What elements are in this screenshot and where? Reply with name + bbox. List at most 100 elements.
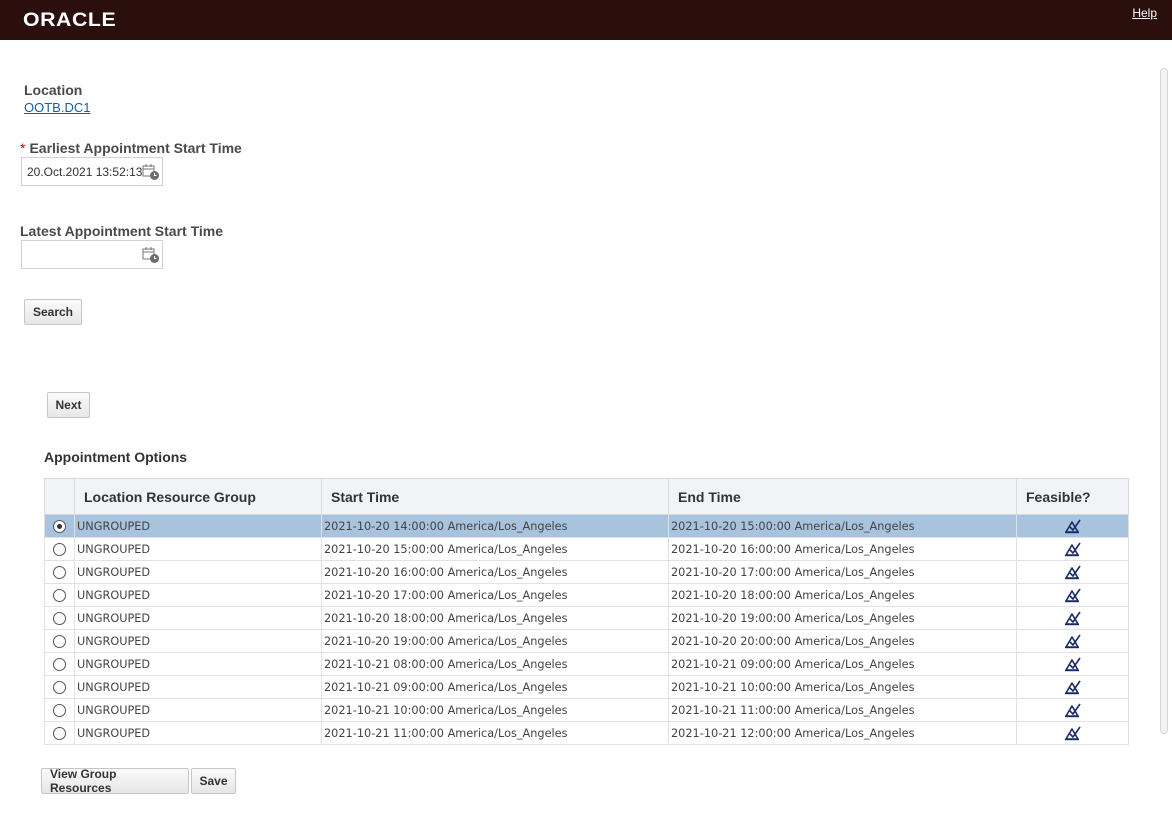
column-header-end-time[interactable]: End Time xyxy=(668,478,1017,515)
row-radio-button[interactable] xyxy=(53,565,66,579)
resource-group-cell: UNGROUPED xyxy=(74,537,322,561)
appointment-options-title: Appointment Options xyxy=(44,449,188,465)
latest-start-label: Latest Appointment Start Time xyxy=(20,223,224,239)
table-header-row: Location Resource Group Start Time End T… xyxy=(44,478,1129,515)
table-row[interactable]: UNGROUPED 2021-10-20 19:00:00 America/Los… xyxy=(44,629,1129,653)
feasible-cell xyxy=(1016,537,1129,561)
resource-group-cell: UNGROUPED xyxy=(74,606,322,630)
row-select-cell[interactable] xyxy=(44,698,75,722)
row-select-cell[interactable] xyxy=(44,583,75,607)
start-time-cell: 2021-10-20 14:00:00 America/Los_Angeles xyxy=(321,514,669,538)
end-time-cell: 2021-10-20 17:00:00 America/Los_Angeles xyxy=(668,560,1017,584)
resource-group-cell: UNGROUPED xyxy=(74,514,322,538)
feasible-check-icon[interactable] xyxy=(1064,633,1082,649)
start-time-cell: 2021-10-20 19:00:00 America/Los_Angeles xyxy=(321,629,669,653)
feasible-check-icon[interactable] xyxy=(1064,587,1082,603)
feasible-cell xyxy=(1016,583,1129,607)
latest-start-input[interactable] xyxy=(21,240,163,269)
column-header-start-time[interactable]: Start Time xyxy=(321,478,669,515)
resource-group-cell: UNGROUPED xyxy=(74,629,322,653)
feasible-check-icon[interactable] xyxy=(1064,564,1082,580)
next-button[interactable]: Next xyxy=(47,392,90,418)
row-radio-button[interactable] xyxy=(53,703,66,717)
row-radio-button[interactable] xyxy=(53,611,66,625)
start-time-cell: 2021-10-21 08:00:00 America/Los_Angeles xyxy=(321,652,669,676)
table-row[interactable]: UNGROUPED 2021-10-21 09:00:00 America/Los… xyxy=(44,675,1129,699)
oracle-logo: ORACLE xyxy=(23,10,117,31)
row-radio-button[interactable] xyxy=(53,634,66,648)
resource-group-cell: UNGROUPED xyxy=(74,721,322,745)
end-time-cell: 2021-10-21 12:00:00 America/Los_Angeles xyxy=(668,721,1017,745)
resource-group-cell: UNGROUPED xyxy=(74,698,322,722)
row-select-cell[interactable] xyxy=(44,606,75,630)
row-radio-button[interactable] xyxy=(53,657,66,671)
table-row[interactable]: UNGROUPED 2021-10-21 10:00:00 America/Los… xyxy=(44,698,1129,722)
row-select-cell[interactable] xyxy=(44,560,75,584)
row-select-cell[interactable] xyxy=(44,652,75,676)
feasible-cell xyxy=(1016,652,1129,676)
calendar-clock-icon[interactable] xyxy=(142,163,160,181)
row-radio-button[interactable] xyxy=(53,519,66,533)
earliest-start-label: * Earliest Appointment Start Time xyxy=(20,140,242,156)
start-time-cell: 2021-10-20 15:00:00 America/Los_Angeles xyxy=(321,537,669,561)
row-select-cell[interactable] xyxy=(44,629,75,653)
table-row[interactable]: UNGROUPED 2021-10-21 08:00:00 America/Los… xyxy=(44,652,1129,676)
row-radio-button[interactable] xyxy=(53,588,66,602)
table-row[interactable]: UNGROUPED 2021-10-20 14:00:00 America/Los… xyxy=(44,514,1129,538)
feasible-check-icon[interactable] xyxy=(1064,610,1082,626)
table-row[interactable]: UNGROUPED 2021-10-20 17:00:00 America/Los… xyxy=(44,583,1129,607)
resource-group-cell: UNGROUPED xyxy=(74,583,322,607)
feasible-check-icon[interactable] xyxy=(1064,679,1082,695)
end-time-cell: 2021-10-20 15:00:00 America/Los_Angeles xyxy=(668,514,1017,538)
help-link[interactable]: Help xyxy=(1132,6,1157,20)
search-button[interactable]: Search xyxy=(24,299,82,325)
end-time-cell: 2021-10-21 10:00:00 America/Los_Angeles xyxy=(668,675,1017,699)
feasible-check-icon[interactable] xyxy=(1064,541,1082,557)
row-radio-button[interactable] xyxy=(53,680,66,694)
column-header-feasible[interactable]: Feasible? xyxy=(1016,478,1129,515)
feasible-check-icon[interactable] xyxy=(1064,702,1082,718)
feasible-check-icon[interactable] xyxy=(1064,518,1082,534)
top-bar: ORACLE Help xyxy=(0,0,1172,40)
table-row[interactable]: UNGROUPED 2021-10-20 15:00:00 America/Los… xyxy=(44,537,1129,561)
earliest-start-label-text: Earliest Appointment Start Time xyxy=(29,140,242,156)
earliest-start-value: 20.Oct.2021 13:52:13 xyxy=(27,165,143,179)
end-time-cell: 2021-10-20 18:00:00 America/Los_Angeles xyxy=(668,583,1017,607)
feasible-cell xyxy=(1016,675,1129,699)
table-row[interactable]: UNGROUPED 2021-10-21 11:00:00 America/Los… xyxy=(44,721,1129,745)
required-indicator: * xyxy=(20,140,26,156)
start-time-cell: 2021-10-20 17:00:00 America/Los_Angeles xyxy=(321,583,669,607)
end-time-cell: 2021-10-21 09:00:00 America/Los_Angeles xyxy=(668,652,1017,676)
earliest-start-input[interactable]: 20.Oct.2021 13:52:13 xyxy=(21,157,163,186)
table-row[interactable]: UNGROUPED 2021-10-20 16:00:00 America/Los… xyxy=(44,560,1129,584)
resource-group-cell: UNGROUPED xyxy=(74,560,322,584)
feasible-cell xyxy=(1016,560,1129,584)
feasible-check-icon[interactable] xyxy=(1064,725,1082,741)
row-radio-button[interactable] xyxy=(53,726,66,740)
calendar-clock-icon[interactable] xyxy=(142,246,160,264)
end-time-cell: 2021-10-20 16:00:00 America/Los_Angeles xyxy=(668,537,1017,561)
row-select-cell[interactable] xyxy=(44,537,75,561)
select-column-header xyxy=(44,478,75,515)
location-label: Location xyxy=(24,82,83,98)
appointment-options-table: Location Resource Group Start Time End T… xyxy=(44,478,1129,745)
feasible-cell xyxy=(1016,629,1129,653)
column-header-resource-group[interactable]: Location Resource Group xyxy=(74,478,322,515)
end-time-cell: 2021-10-21 11:00:00 America/Los_Angeles xyxy=(668,698,1017,722)
feasible-cell xyxy=(1016,721,1129,745)
row-radio-button[interactable] xyxy=(53,542,66,556)
save-button[interactable]: Save xyxy=(191,768,236,794)
row-select-cell[interactable] xyxy=(44,514,75,538)
start-time-cell: 2021-10-20 18:00:00 America/Los_Angeles xyxy=(321,606,669,630)
vertical-scrollbar[interactable] xyxy=(1160,68,1168,734)
end-time-cell: 2021-10-20 20:00:00 America/Los_Angeles xyxy=(668,629,1017,653)
start-time-cell: 2021-10-21 11:00:00 America/Los_Angeles xyxy=(321,721,669,745)
table-row[interactable]: UNGROUPED 2021-10-20 18:00:00 America/Los… xyxy=(44,606,1129,630)
row-select-cell[interactable] xyxy=(44,675,75,699)
row-select-cell[interactable] xyxy=(44,721,75,745)
view-group-resources-button[interactable]: View Group Resources xyxy=(41,767,189,795)
start-time-cell: 2021-10-21 09:00:00 America/Los_Angeles xyxy=(321,675,669,699)
location-link[interactable]: OOTB.DC1 xyxy=(24,100,90,115)
start-time-cell: 2021-10-21 10:00:00 America/Los_Angeles xyxy=(321,698,669,722)
feasible-check-icon[interactable] xyxy=(1064,656,1082,672)
